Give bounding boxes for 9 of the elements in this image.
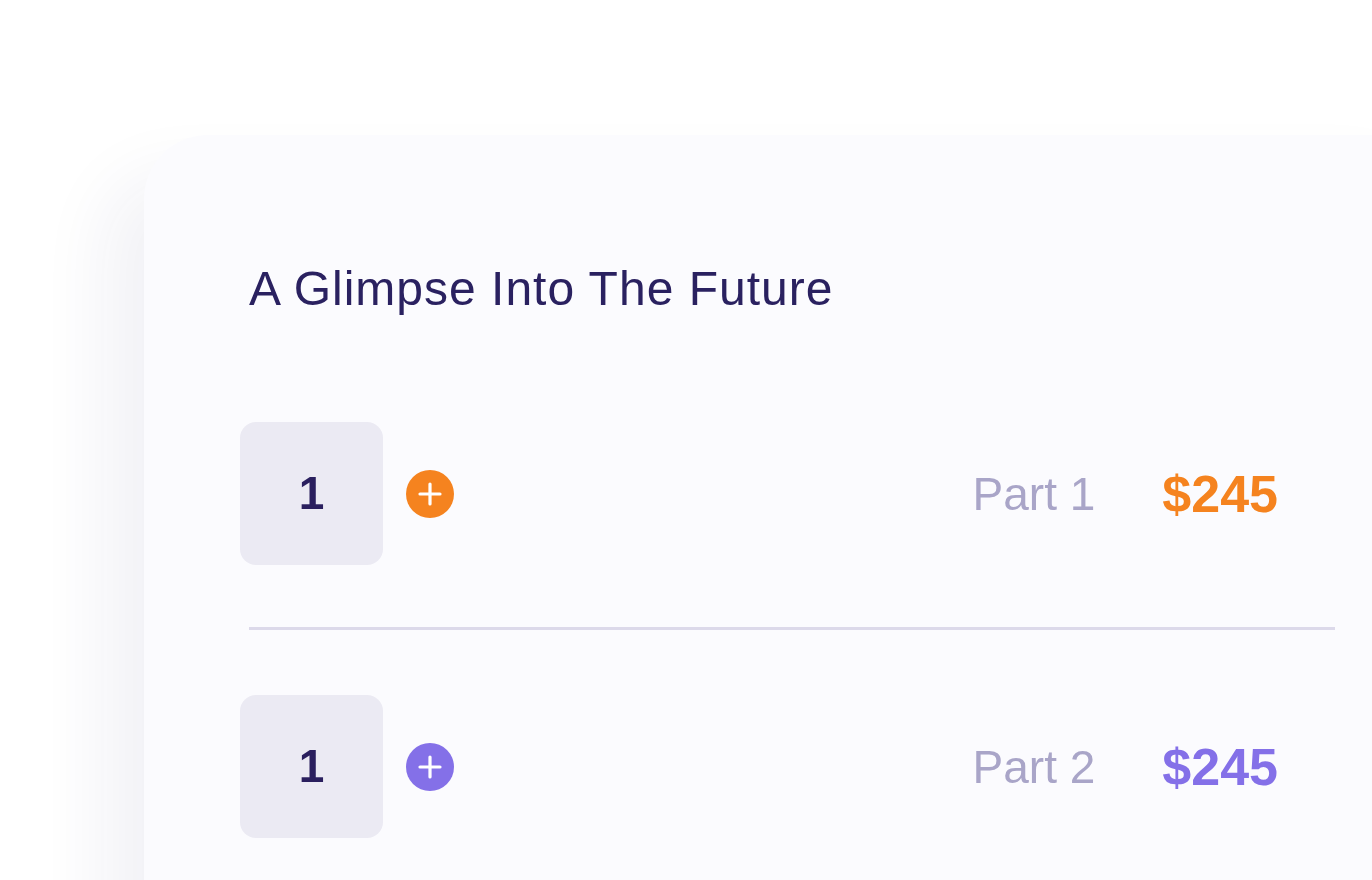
price-text: $245 bbox=[1162, 467, 1278, 520]
card-title: A Glimpse Into The Future bbox=[249, 261, 834, 317]
quantity-field[interactable]: 1 bbox=[240, 695, 383, 838]
part-label: Part 1 bbox=[972, 470, 1096, 517]
price-text: $245 bbox=[1162, 740, 1278, 793]
part-label: Part 2 bbox=[972, 743, 1096, 790]
plus-circle-icon[interactable] bbox=[406, 469, 454, 518]
quantity-field[interactable]: 1 bbox=[240, 422, 383, 565]
plus-circle-icon[interactable] bbox=[406, 742, 454, 791]
